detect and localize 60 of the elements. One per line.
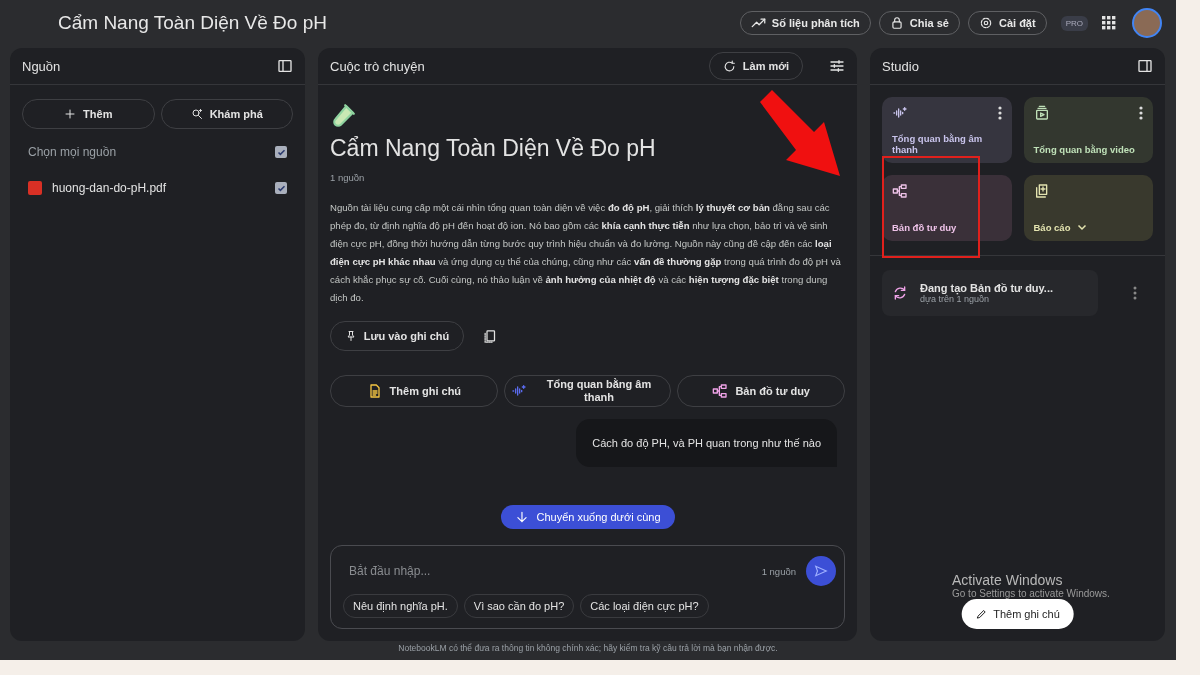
send-button[interactable] — [806, 556, 836, 586]
settings-icon — [978, 16, 993, 30]
report-icon — [1033, 183, 1050, 199]
apps-grid-icon[interactable] — [1102, 16, 1116, 30]
studio-tile[interactable]: Bản đồ tư duy — [882, 175, 1012, 241]
studio-tile[interactable]: Tổng quan bằng âm thanh — [882, 97, 1012, 163]
studio-tile[interactable]: Báo cáo — [1023, 175, 1153, 241]
video-icon — [1033, 105, 1050, 121]
disclaimer-text: NotebookLM có thể đưa ra thông tin không chính xác; hãy kiểm tra kỹ câu trả lời mà bạn nhận được. — [398, 643, 778, 653]
panel-toggle-icon — [1137, 58, 1153, 74]
suggestion-chip[interactable]: Nêu định nghĩa pH. — [343, 594, 458, 618]
user-message: Cách đo độ PH, và PH quan trong như thế nào — [576, 419, 837, 467]
avatar[interactable] — [1132, 8, 1162, 38]
more-icon[interactable] — [1133, 286, 1137, 300]
waveform-icon — [510, 383, 527, 399]
panel-title: Nguồn — [22, 58, 62, 74]
message-input[interactable]: Bắt đầu nhập... — [343, 560, 752, 582]
add-note-button[interactable]: Thêm ghi chú — [961, 599, 1074, 629]
source-name[interactable]: huong-dan-do-pH.pdf — [52, 181, 265, 195]
pdf-icon — [28, 181, 42, 195]
activation-notice-title: Activate Windows — [952, 572, 1064, 588]
scroll-down-button[interactable]: Chuyển xuống dưới cùng — [500, 505, 675, 529]
more-icon[interactable] — [997, 106, 1002, 120]
lock-icon — [889, 16, 904, 30]
waveform-icon — [892, 105, 908, 121]
more-icon[interactable] — [1139, 106, 1143, 120]
panel-title: Cuộc trò chuyện — [330, 58, 426, 74]
sidebar-toggle-icon — [277, 58, 293, 74]
tune-icon — [829, 58, 845, 74]
checkbox[interactable] — [275, 182, 287, 194]
generating-title: Đang tạo Bản đồ tư duy... — [920, 282, 1054, 294]
notebook-heading: Cẩm Nang Toàn Diện Về Đo pH — [330, 135, 657, 162]
activation-notice-text: Go to Settings to activate Windows. — [952, 588, 1110, 599]
copy-icon — [482, 328, 497, 344]
panel-title: Studio — [882, 58, 920, 74]
refresh-icon — [722, 59, 736, 73]
pro-badge: PRO — [1060, 15, 1088, 31]
generating-subtitle: dựa trên 1 nguồn — [920, 294, 991, 304]
mindmap-icon — [892, 183, 908, 199]
studio-tile[interactable]: Tổng quan bằng video — [1023, 97, 1153, 163]
header-button[interactable]: Số liệu phân tích — [739, 11, 871, 35]
plus-icon — [64, 108, 77, 120]
checkbox[interactable] — [275, 146, 287, 158]
suggestion-chip[interactable]: Vì sao cần đo pH? — [463, 594, 575, 618]
header-button[interactable]: Cài đặt — [967, 11, 1047, 35]
test-tube-icon — [330, 103, 356, 129]
search-sparkle-icon — [190, 108, 203, 120]
send-icon — [814, 564, 828, 578]
arrow-down-icon — [514, 510, 529, 524]
input-source-count: 1 nguồn — [761, 565, 796, 577]
header-button[interactable]: Chia sẻ — [878, 11, 960, 35]
pencil-icon — [975, 608, 988, 620]
summary-text: Nguồn tài liệu cung cấp một cái nhìn tổng quan toàn diện về việc đo độ pH, giải thích lý thuyết cơ bản đằng sau các phép đo, từ định nghĩa độ pH đến hoạt độ ion. Nó bao gồm các khía cạnh thực tiễn như lựa chọn, bảo trì và vệ sinh điện cực pH, đồng thời hướng dẫn từng bước quy trình hiệu chuẩn và đo lường. Nguồn này cũng đề cập đến các loại điện cực pH khác nhau và ứng dụng cụ thể của chúng, cũng như các vấn đề thường gặp trong quá trình đo độ pH và cách khắc phục sự cố. Cuối cùng, nó thảo luận về ảnh hưởng của nhiệt độ và các hiện tượng đặc biệt trong dung dịch đo. — [330, 201, 842, 305]
generating-item[interactable]: Đang tạo Bản đồ tư duy... dựa trên 1 nguồn — [882, 270, 1098, 316]
suggestion-chip[interactable]: Các loại điện cực pH? — [580, 594, 709, 618]
notebook-title: Cẩm Nang Toàn Diện Về Đo pH — [58, 12, 328, 34]
select-all-label: Chọn mọi nguồn — [28, 145, 118, 159]
source-count: 1 nguồn — [330, 172, 366, 183]
sync-icon — [892, 285, 908, 301]
mindmap-icon — [712, 383, 729, 399]
